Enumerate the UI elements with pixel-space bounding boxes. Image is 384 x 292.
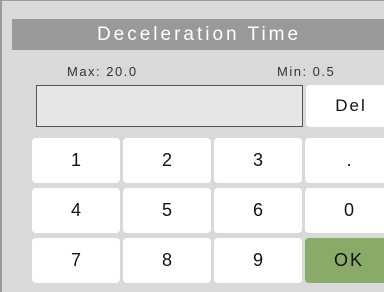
key-4-button[interactable]: 4 [32, 188, 120, 233]
key-6-button[interactable]: 6 [214, 188, 302, 233]
min-value-label: Min: 0.5 [277, 64, 336, 79]
key-1-button[interactable]: 1 [32, 138, 120, 183]
key-9-button[interactable]: 9 [214, 238, 302, 283]
max-value-label: Max: 20.0 [67, 64, 138, 79]
key-8-button[interactable]: 8 [123, 238, 211, 283]
ok-button[interactable]: OK [305, 238, 384, 283]
key-7-button[interactable]: 7 [32, 238, 120, 283]
dialog-title: Deceleration Time [12, 19, 384, 50]
key-2-button[interactable]: 2 [123, 138, 211, 183]
key-3-button[interactable]: 3 [214, 138, 302, 183]
numeric-input-dialog: Deceleration Time Max: 20.0 Min: 0.5 Del… [0, 0, 384, 292]
value-input[interactable] [36, 85, 303, 127]
key-5-button[interactable]: 5 [123, 188, 211, 233]
key-0-button[interactable]: 0 [305, 188, 384, 233]
range-row: Max: 20.0 Min: 0.5 [12, 50, 384, 79]
key-dot-button[interactable]: . [305, 138, 384, 183]
delete-button[interactable]: Del [306, 85, 384, 127]
